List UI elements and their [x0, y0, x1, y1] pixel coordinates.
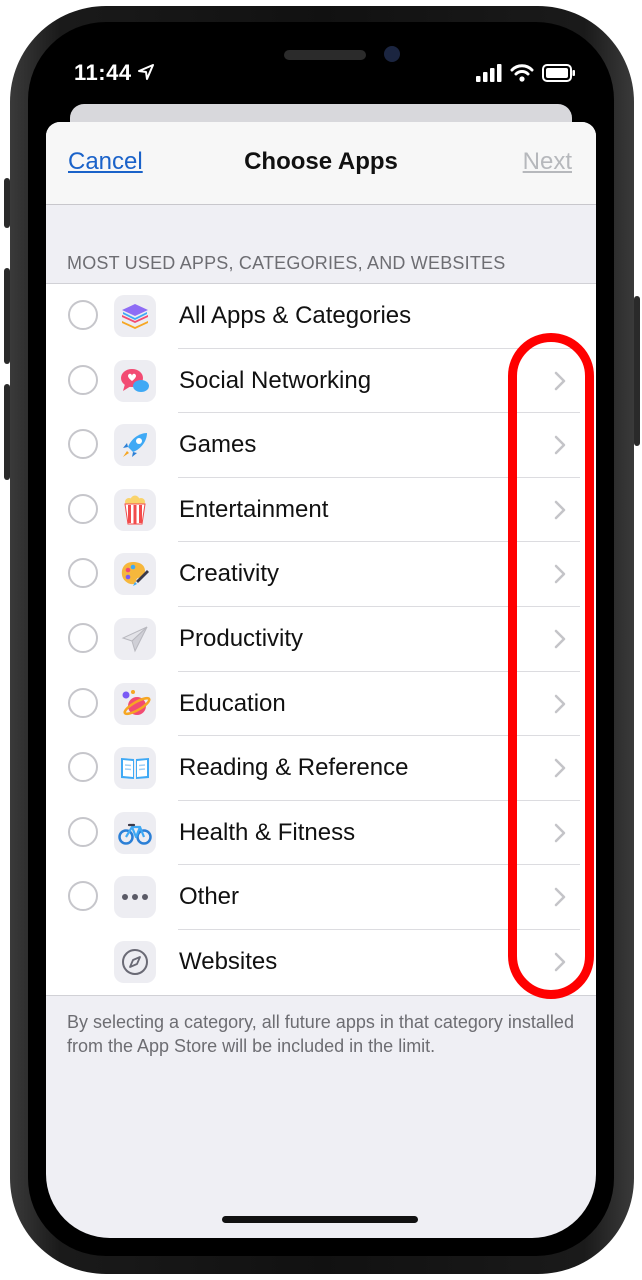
palette-icon — [114, 553, 156, 596]
volume-up-button — [4, 268, 10, 364]
select-radio[interactable] — [68, 752, 98, 783]
stack-icon — [114, 295, 156, 337]
ellipsis-icon — [114, 876, 156, 919]
book-icon — [114, 747, 156, 790]
chevron-highlight-annotation — [508, 333, 594, 999]
list-item-label: Other — [179, 883, 240, 911]
select-radio[interactable] — [68, 558, 98, 589]
list-item-all-apps[interactable]: All Apps & Categories — [46, 284, 596, 349]
list-item-label: Health & Fitness — [179, 818, 356, 846]
list-item-label: Social Networking — [179, 366, 372, 394]
list-item-label: Education — [179, 689, 286, 717]
speaker-grille — [284, 50, 366, 60]
select-radio[interactable] — [68, 816, 98, 847]
status-time: 11:44 — [74, 60, 132, 85]
chat-heart-icon — [114, 359, 156, 402]
notch — [172, 38, 470, 96]
list-item-label: Websites — [179, 947, 278, 975]
status-indicators — [476, 64, 576, 82]
paper-plane-icon — [114, 617, 156, 660]
front-camera — [384, 46, 400, 62]
battery-icon — [542, 64, 575, 82]
list-item-label: Reading & Reference — [179, 754, 409, 782]
footer-note: By selecting a category, all future apps… — [67, 1011, 574, 1056]
select-radio[interactable] — [68, 687, 98, 718]
wifi-icon — [510, 64, 534, 82]
bicycle-icon — [114, 811, 156, 854]
select-radio[interactable] — [68, 429, 98, 460]
volume-down-button — [4, 384, 10, 480]
location-arrow-icon — [138, 64, 154, 80]
select-radio[interactable] — [68, 364, 98, 395]
list-item-label: Productivity — [179, 624, 304, 652]
select-radio[interactable] — [68, 622, 98, 653]
cellular-signal-icon — [476, 64, 502, 82]
planet-icon — [114, 682, 156, 725]
popcorn-icon — [114, 488, 156, 531]
power-button — [634, 296, 640, 446]
list-item-label: Creativity — [179, 560, 280, 588]
list-item-label: Games — [179, 431, 257, 459]
list-item-label: All Apps & Categories — [179, 302, 412, 329]
list-item-label: Entertainment — [179, 495, 329, 523]
navigation-bar: Cancel Choose Apps Next — [46, 122, 596, 205]
action-button — [4, 178, 10, 228]
select-radio[interactable] — [68, 881, 98, 912]
select-radio[interactable] — [68, 300, 98, 330]
rocket-icon — [114, 424, 156, 467]
section-header: MOST USED APPS, CATEGORIES, AND WEBSITES — [67, 253, 506, 273]
compass-icon — [114, 940, 156, 983]
next-button[interactable]: Next — [523, 148, 572, 176]
home-indicator[interactable] — [222, 1216, 418, 1223]
page-title: Choose Apps — [244, 148, 398, 175]
select-radio[interactable] — [68, 493, 98, 524]
